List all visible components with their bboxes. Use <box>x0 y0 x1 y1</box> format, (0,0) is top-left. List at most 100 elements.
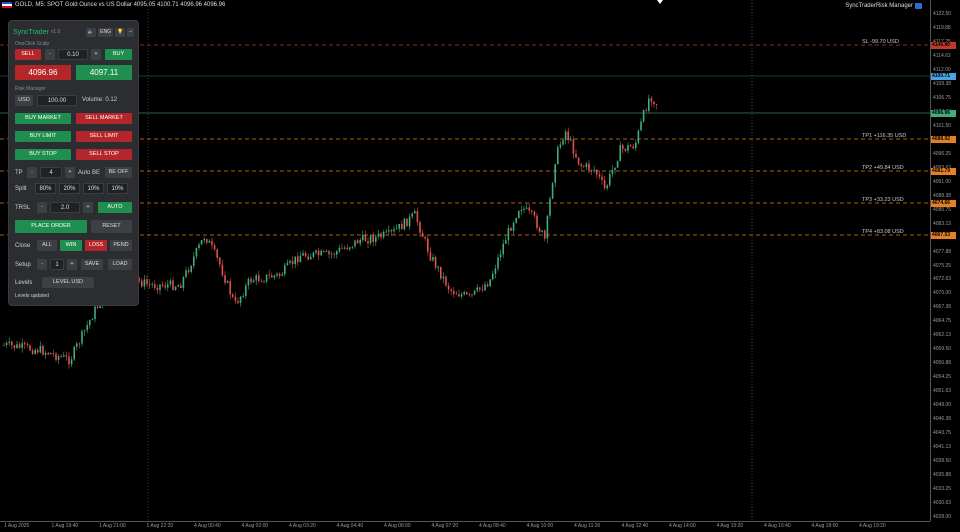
ask-price-button[interactable]: 4097.11 <box>76 65 132 80</box>
sell-market-button[interactable]: SELL MARKET <box>76 113 132 124</box>
candle-body <box>505 240 507 244</box>
price-tick: 4101.50 <box>933 122 952 129</box>
price-chart[interactable] <box>0 0 930 521</box>
panel-header[interactable]: SyncTrader v1.0 🔈 ENG 💡 – <box>13 27 134 37</box>
tp-count-input[interactable]: 4 <box>40 167 62 178</box>
close-all-button[interactable]: ALL <box>37 240 57 251</box>
oneclick-sell-button[interactable]: SELL <box>15 49 41 60</box>
buy-market-button[interactable]: BUY MARKET <box>15 113 71 124</box>
shift-marker-icon[interactable] <box>657 0 663 4</box>
trsl-auto-button[interactable]: AUTO <box>98 202 132 213</box>
tp1-level-label[interactable]: TP1 +116.35 USD <box>862 133 906 139</box>
split-tp1-input[interactable]: 80% <box>35 183 56 194</box>
trsl-input[interactable]: 2.0 <box>50 202 80 213</box>
setup-decrease-button[interactable]: - <box>37 259 47 270</box>
candle-body <box>580 164 582 167</box>
candle-body <box>484 284 486 291</box>
tp2-level-label[interactable]: TP2 +49.84 USD <box>862 165 904 171</box>
candle-body <box>78 343 81 345</box>
candle-body <box>437 266 439 268</box>
candle-body <box>268 274 270 276</box>
lot-increase-button[interactable]: + <box>91 49 101 60</box>
risk-currency-button[interactable]: USD <box>15 95 33 106</box>
price-tick: 4056.88 <box>933 360 952 367</box>
candle-body <box>494 268 497 274</box>
tp3-level-label[interactable]: TP3 +33.23 USD <box>862 197 904 203</box>
lot-decrease-button[interactable]: - <box>45 49 55 60</box>
language-button[interactable]: ENG <box>98 27 113 37</box>
sell-stop-button[interactable]: SELL STOP <box>76 149 132 160</box>
candle-body <box>515 218 517 223</box>
place-order-button[interactable]: PLACE ORDER <box>15 220 87 233</box>
candle-body <box>362 234 364 240</box>
candle-body <box>596 169 598 175</box>
candle-body <box>317 250 320 256</box>
trsl-decrease-button[interactable]: - <box>37 202 47 213</box>
candle-body <box>276 273 278 276</box>
close-pending-button[interactable]: PEND <box>110 240 132 251</box>
lot-size-input[interactable]: 0.10 <box>58 49 88 60</box>
buy-stop-button[interactable]: BUY STOP <box>15 149 71 160</box>
minimize-button[interactable]: – <box>127 27 134 37</box>
candle-body <box>403 218 406 230</box>
candle-body <box>590 170 593 171</box>
candle-body <box>429 251 432 261</box>
level-usd-button[interactable]: LEVEL USD <box>42 277 94 288</box>
close-loss-button[interactable]: LOSS <box>85 240 107 251</box>
bid-price-button[interactable]: 4096.96 <box>15 65 71 80</box>
oneclick-buy-button[interactable]: BUY <box>105 49 132 60</box>
candle-body <box>208 241 211 243</box>
candle-body <box>81 331 83 344</box>
status-text: Levels updated <box>15 293 49 299</box>
candle-body <box>315 250 317 253</box>
sl-level-label[interactable]: SL -99.70 USD <box>862 39 899 45</box>
candle-body <box>603 179 606 189</box>
candle-body <box>502 243 504 255</box>
candle-body <box>252 280 255 283</box>
reset-button[interactable]: RESET <box>91 220 132 233</box>
candle-body <box>369 235 372 244</box>
setup-increase-button[interactable]: + <box>67 259 77 270</box>
candle-body <box>146 279 148 284</box>
candle-body <box>489 279 491 287</box>
candle-body <box>159 284 161 290</box>
candle-body <box>609 173 611 186</box>
candle-body <box>538 228 541 232</box>
candle-body <box>76 343 78 347</box>
be-off-button[interactable]: BE OFF <box>105 167 132 178</box>
price-tick: 4114.63 <box>933 52 951 59</box>
candle-body <box>401 223 403 230</box>
setup-load-button[interactable]: LOAD <box>108 259 132 270</box>
tp4-level-label[interactable]: TP4 +83.08 USD <box>862 229 904 235</box>
risk-amount-input[interactable]: 100.00 <box>37 95 77 106</box>
ea-smiley-icon <box>915 3 922 9</box>
price-tick: 4075.25 <box>933 262 952 269</box>
split-tp3-input[interactable]: 10% <box>83 183 104 194</box>
sell-limit-button[interactable]: SELL LIMIT <box>76 131 132 142</box>
buy-limit-button[interactable]: BUY LIMIT <box>15 131 71 142</box>
candle-body <box>219 257 221 265</box>
candle-body <box>255 275 257 281</box>
candle-body <box>63 355 65 357</box>
candle-body <box>572 139 575 154</box>
speaker-icon[interactable]: 🔈 <box>85 27 97 37</box>
candle-body <box>174 286 177 290</box>
setup-number-input[interactable]: 1 <box>50 259 64 270</box>
bulb-icon[interactable]: 💡 <box>114 27 126 37</box>
split-tp4-input[interactable]: 10% <box>107 183 128 194</box>
close-win-button[interactable]: WIN <box>60 240 82 251</box>
trsl-increase-button[interactable]: + <box>83 202 93 213</box>
candle-body <box>185 270 187 278</box>
tp-increase-button[interactable]: + <box>65 167 75 178</box>
candle-body <box>31 350 34 354</box>
candle-body <box>50 353 52 355</box>
candle-body <box>195 248 198 257</box>
time-axis[interactable]: 1 Aug 2025 1 Aug 19:40 1 Aug 21:00 1 Aug 22… <box>0 521 930 532</box>
candle-body <box>177 285 179 287</box>
candle-body <box>562 140 564 145</box>
candle-body <box>154 284 156 288</box>
split-tp2-input[interactable]: 20% <box>59 183 80 194</box>
candle-body <box>544 230 546 239</box>
setup-save-button[interactable]: SAVE <box>81 259 103 270</box>
tp-decrease-button[interactable]: - <box>27 167 37 178</box>
